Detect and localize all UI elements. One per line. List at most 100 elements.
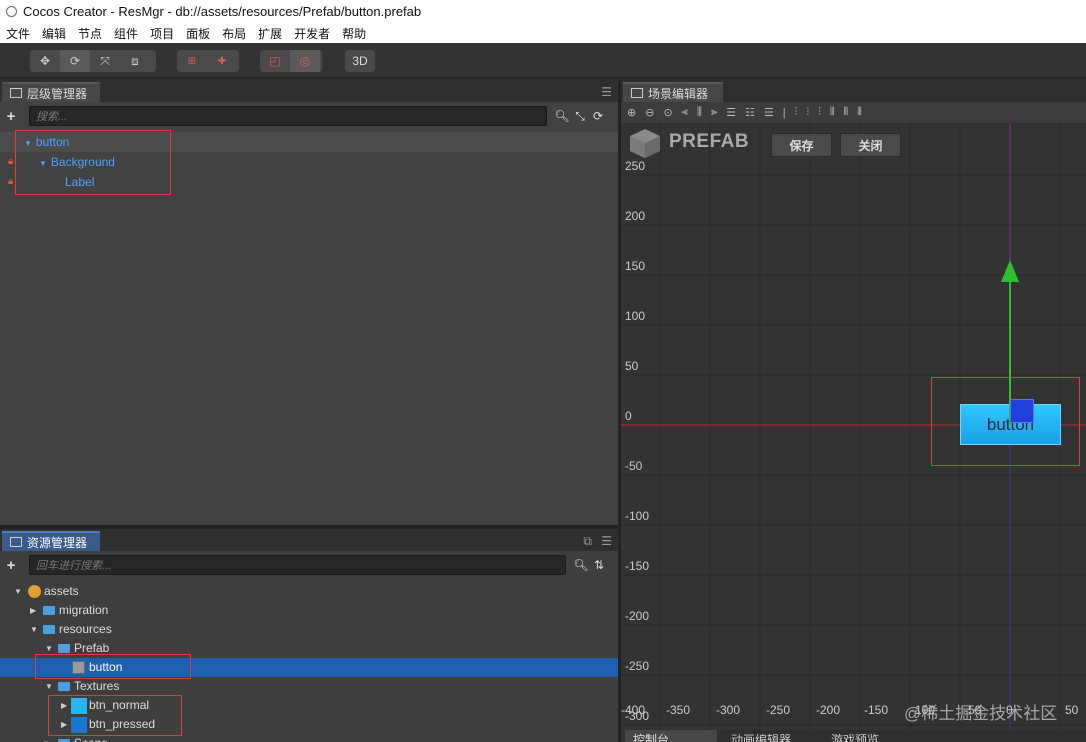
distribute-vb-icon[interactable]: ⫴ [857, 106, 862, 119]
expand-arrow-icon[interactable]: ▼ [30, 620, 38, 639]
lock-icon[interactable]: 🔒︎ [8, 176, 13, 187]
scene-viewport[interactable]: PREFAB 保存 关闭 250 200 150 100 50 0 -50 -1… [621, 123, 1086, 742]
distribute-hr-icon[interactable]: ☰ [764, 106, 774, 119]
watermark: @稀土掘金技术社区 [904, 704, 1058, 723]
menu-file[interactable]: 文件 [6, 25, 30, 42]
pivot-icon[interactable]: ⊞ [177, 50, 207, 72]
menu-edit[interactable]: 编辑 [42, 25, 66, 42]
snap-rect-icon[interactable]: ◰ [260, 50, 290, 72]
y-tick: 0 [625, 409, 632, 423]
snap-tools: ◰ ◎ [260, 50, 322, 72]
rotate-tool-icon[interactable]: ⟳ [60, 50, 90, 72]
y-tick: -150 [625, 559, 650, 573]
add-node-icon[interactable]: + [0, 108, 22, 125]
vertical-splitter[interactable] [618, 80, 621, 742]
save-prefab-button[interactable]: 保存 [771, 133, 832, 157]
rect-tool-icon[interactable]: ⧈ [120, 50, 150, 72]
collapse-icon[interactable]: ⤡ [571, 109, 589, 124]
assets-search-input[interactable]: 回车进行搜索... [29, 555, 566, 575]
zoom-in-icon[interactable]: ⊕ [627, 106, 636, 119]
y-tick: -50 [625, 459, 643, 473]
asset-row-resources[interactable]: ▼ resources [0, 620, 618, 639]
main-toolbar: ✥ ⟳ ⤧ ⧈ ⊞ ✚ ◰ ◎ 3D [0, 43, 1086, 78]
close-prefab-button[interactable]: 关闭 [840, 133, 901, 157]
search-icon[interactable]: 🔍︎ [553, 109, 571, 123]
folder-icon [58, 644, 70, 653]
assets-tabstrip: 资源管理器 ⧉ ☰ [0, 529, 618, 551]
annotation-box [48, 695, 182, 736]
tab-assets[interactable]: 资源管理器 [2, 531, 100, 551]
tab-animation-editor[interactable]: 动画编辑器 [731, 730, 791, 742]
asset-row-assets[interactable]: ▼ assets [0, 582, 618, 601]
tab-hierarchy[interactable]: 层级管理器 [2, 82, 100, 102]
refresh-icon[interactable]: ⟳ [589, 109, 607, 123]
y-tick: -200 [625, 609, 650, 623]
add-asset-icon[interactable]: + [0, 557, 22, 574]
collapse-arrow-icon[interactable]: ▶ [30, 601, 36, 620]
cocos-creator-window: Cocos Creator - ResMgr - db://assets/res… [0, 0, 1086, 742]
popout-icon[interactable]: ⧉ [583, 534, 592, 549]
app-icon [6, 6, 17, 17]
panel-menu-icon[interactable]: ☰ [601, 534, 612, 548]
asset-label: migration [59, 603, 109, 617]
align-hcenter-icon[interactable]: ⫼ [697, 106, 702, 119]
align-bottom-icon[interactable]: ⫶ [818, 106, 821, 119]
snap-target-icon[interactable]: ◎ [290, 50, 320, 72]
align-left-icon[interactable]: ⫷ [682, 106, 688, 119]
annotation-box [15, 130, 171, 195]
asset-label: Textures [74, 679, 120, 693]
menu-node[interactable]: 节点 [78, 25, 102, 42]
tab-console[interactable]: 控制台 [625, 730, 717, 742]
distribute-vc-icon[interactable]: ⫴ [844, 106, 849, 119]
x-tick: -300 [716, 703, 741, 717]
menu-panel[interactable]: 面板 [186, 25, 210, 42]
zoom-reset-icon[interactable]: ⊙ [663, 106, 672, 119]
menu-component[interactable]: 组件 [114, 25, 138, 42]
align-vcenter-icon[interactable]: ⫶ [806, 106, 809, 119]
annotation-box [35, 654, 191, 679]
tab-game-preview[interactable]: 游戏预览 [831, 730, 879, 742]
tab-scene-editor[interactable]: 场景编辑器 [623, 82, 723, 102]
distribute-v-icon[interactable]: ⫴ [830, 106, 835, 119]
zoom-out-icon[interactable]: ⊖ [645, 106, 654, 119]
horizontal-splitter[interactable] [0, 525, 618, 529]
tab-label: 游戏预览 [831, 733, 880, 742]
menu-project[interactable]: 项目 [150, 25, 174, 42]
prefab-mode-label: PREFAB [669, 131, 750, 152]
y-tick: -100 [625, 509, 650, 523]
asset-row-textures[interactable]: ▼ Textures [0, 677, 618, 696]
expand-arrow-icon[interactable]: ▼ [14, 582, 22, 601]
move-tool-icon[interactable]: ✥ [30, 50, 60, 72]
x-tick: -150 [864, 703, 889, 717]
menu-layout[interactable]: 布局 [222, 25, 246, 42]
expand-arrow-icon[interactable]: ▼ [45, 677, 53, 696]
asset-row-migration[interactable]: ▶ migration [0, 601, 618, 620]
lock-icon[interactable]: 🔒︎ [8, 156, 13, 167]
menu-extension[interactable]: 扩展 [258, 25, 282, 42]
y-arrow-icon[interactable] [1001, 260, 1019, 282]
toggle-3d-button[interactable]: 3D [345, 50, 375, 72]
hierarchy-panel: 层级管理器 ☰ + 搜索... 🔍︎ ⤡ ⟳ ▼ button 🔒︎ ▼ Backg… [0, 80, 618, 525]
local-global-icon[interactable]: ✚ [207, 50, 237, 72]
y-tick: 200 [625, 209, 646, 223]
tab-label: 控制台 [633, 733, 670, 742]
scene-tab-icon [631, 88, 643, 98]
pivot-tools: ⊞ ✚ [177, 50, 239, 72]
align-right-icon[interactable]: ⫸ [711, 106, 717, 119]
assets-search-row: + 回车进行搜索... 🔍︎ ⇅ [0, 552, 618, 578]
prefab-logo-icon [628, 127, 662, 159]
sort-icon[interactable]: ⇅ [590, 558, 608, 572]
x-tick: 50 [1065, 703, 1079, 717]
menu-help[interactable]: 帮助 [342, 25, 366, 42]
hierarchy-search-row: + 搜索... 🔍︎ ⤡ ⟳ [0, 103, 618, 129]
search-icon[interactable]: 🔍︎ [572, 558, 590, 572]
distribute-h-icon[interactable]: ☰ [726, 106, 736, 119]
align-top-icon[interactable]: ⫶ [795, 106, 798, 119]
menu-developer[interactable]: 开发者 [294, 25, 330, 42]
hierarchy-tab-label: 层级管理器 [27, 86, 88, 101]
panel-menu-icon[interactable]: ☰ [601, 85, 612, 99]
scale-tool-icon[interactable]: ⤧ [90, 50, 120, 72]
bottom-tabstrip: 控制台 动画编辑器 游戏预览 [621, 730, 1086, 742]
distribute-hc-icon[interactable]: ☷ [745, 106, 755, 119]
hierarchy-search-input[interactable]: 搜索... [29, 106, 547, 126]
